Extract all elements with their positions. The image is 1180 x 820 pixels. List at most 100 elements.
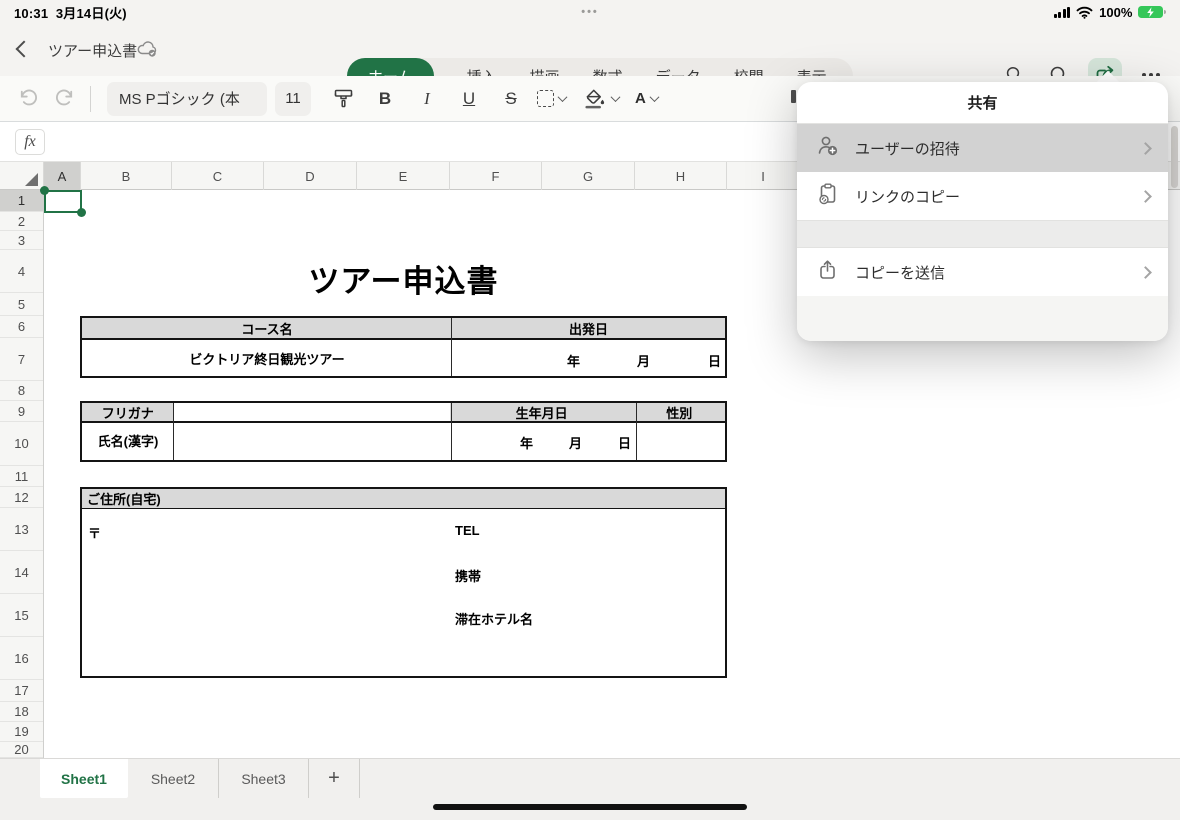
sheet-tab-sheet1[interactable]: Sheet1	[40, 759, 128, 798]
row-header-7[interactable]: 7	[0, 338, 43, 381]
selected-cell-a1[interactable]	[40, 186, 86, 217]
status-bar: 10:31 3月14日(火) ••• 100%	[0, 0, 1180, 24]
toolbar-divider	[90, 85, 91, 112]
column-header-b[interactable]: B	[81, 162, 172, 190]
home-indicator[interactable]	[433, 804, 747, 810]
sheet-tab-bar: Sheet1 Sheet2 Sheet3 +	[0, 758, 1180, 798]
row-header-19[interactable]: 19	[0, 722, 43, 742]
course-name-value-cell: ビクトリア終日観光ツアー	[189, 351, 345, 367]
form-title: ツアー申込書	[308, 264, 499, 299]
underline-button[interactable]: U	[451, 81, 487, 117]
chevron-right-icon	[1139, 265, 1152, 279]
format-painter-icon[interactable]	[325, 81, 361, 117]
bold-button[interactable]: B	[367, 81, 403, 117]
column-header-h[interactable]: H	[635, 162, 727, 190]
invite-users-label: ユーザーの招待	[855, 140, 960, 158]
chevron-down-icon	[610, 92, 621, 103]
table-divider	[636, 403, 637, 460]
share-popover: 共有 ユーザーの招待 リンクのコピー コピーを送信	[797, 82, 1168, 341]
postal-mark-label: 〒	[88, 526, 102, 541]
furigana-input-cell	[173, 403, 450, 421]
multitask-dots-icon: •••	[581, 6, 599, 18]
chevron-right-icon	[1139, 189, 1152, 203]
redo-icon[interactable]	[46, 81, 82, 117]
chevron-down-icon	[649, 92, 660, 103]
borders-button[interactable]	[537, 81, 568, 117]
wifi-icon	[1076, 6, 1093, 19]
invite-users-item[interactable]: ユーザーの招待	[797, 124, 1168, 172]
popover-section-gap	[797, 220, 1168, 248]
row-header-5[interactable]: 5	[0, 293, 43, 316]
furigana-header-cell: フリガナ	[82, 403, 174, 421]
row-header-10[interactable]: 10	[0, 422, 43, 466]
column-header-g[interactable]: G	[542, 162, 635, 190]
column-header-i[interactable]: I	[727, 162, 800, 190]
send-copy-label: コピーを送信	[855, 264, 946, 282]
fill-bucket-icon	[585, 89, 605, 109]
row-header-12[interactable]: 12	[0, 487, 43, 508]
row-header-15[interactable]: 15	[0, 594, 43, 637]
italic-button[interactable]: I	[409, 81, 445, 117]
row-header-17[interactable]: 17	[0, 680, 43, 702]
table-divider	[451, 403, 452, 460]
fill-color-button[interactable]	[582, 81, 621, 117]
strikethrough-button[interactable]: S	[493, 81, 529, 117]
font-color-icon: A	[635, 89, 646, 107]
document-title[interactable]: ツアー申込書	[48, 40, 137, 61]
row-header-2[interactable]: 2	[0, 212, 43, 231]
row-header-4[interactable]: 4	[0, 250, 43, 293]
select-all-corner[interactable]	[0, 162, 44, 190]
selection-handle-bottom-right[interactable]	[77, 208, 86, 217]
day-label: 日	[618, 436, 632, 451]
row-header-6[interactable]: 6	[0, 316, 43, 338]
chevron-down-icon	[557, 92, 568, 103]
row-headers: 1 2 3 4 5 6 7 8 9 10 11 12 13 14 15 16 1…	[0, 190, 44, 758]
battery-percent: 100%	[1099, 4, 1133, 20]
row-header-1[interactable]: 1	[0, 190, 43, 212]
row-header-11[interactable]: 11	[0, 466, 43, 487]
title-bar: ツアー申込書 ホーム 挿入 描画 数式 データ 校閲 表示	[0, 24, 1180, 94]
selection-handle-top-left[interactable]	[40, 186, 49, 195]
course-table: コース名 出発日 ビクトリア終日観光ツアー 年 月 日	[80, 316, 727, 378]
row-header-3[interactable]: 3	[0, 231, 43, 250]
column-header-a[interactable]: A	[44, 162, 81, 190]
sheet-tab-sheet2[interactable]: Sheet2	[128, 759, 218, 798]
month-label: 月	[569, 436, 583, 451]
copy-link-item[interactable]: リンクのコピー	[797, 172, 1168, 220]
sheet-tab-sheet3[interactable]: Sheet3	[218, 759, 308, 798]
table-divider	[173, 403, 174, 460]
send-copy-item[interactable]: コピーを送信	[797, 248, 1168, 296]
font-name-select[interactable]: MS Pゴシック (本	[107, 81, 267, 116]
column-header-d[interactable]: D	[264, 162, 357, 190]
row-header-9[interactable]: 9	[0, 401, 43, 422]
share-popover-title: 共有	[797, 82, 1168, 124]
column-header-f[interactable]: F	[450, 162, 542, 190]
select-all-triangle-icon	[25, 173, 38, 186]
gender-header-cell: 性別	[633, 403, 726, 421]
popover-footer	[797, 296, 1168, 341]
row-header-16[interactable]: 16	[0, 637, 43, 680]
course-name-header-cell: コース名	[241, 321, 293, 337]
back-icon[interactable]	[15, 40, 33, 58]
row-header-8[interactable]: 8	[0, 381, 43, 401]
vertical-scrollbar[interactable]	[1171, 126, 1178, 188]
fx-button[interactable]: fx	[15, 129, 45, 155]
person-add-icon	[815, 133, 841, 164]
add-sheet-button[interactable]: +	[308, 759, 360, 798]
bottom-bar	[0, 798, 1180, 820]
column-header-c[interactable]: C	[172, 162, 264, 190]
month-label: 月	[637, 354, 651, 369]
column-header-e[interactable]: E	[357, 162, 450, 190]
undo-icon[interactable]	[10, 81, 46, 117]
font-color-button[interactable]: A	[635, 81, 660, 117]
year-label: 年	[567, 354, 581, 369]
row-header-20[interactable]: 20	[0, 742, 43, 758]
font-size-select[interactable]: 11	[275, 81, 311, 116]
row-header-14[interactable]: 14	[0, 551, 43, 594]
row-header-13[interactable]: 13	[0, 508, 43, 551]
chevron-right-icon	[1139, 141, 1152, 155]
row-header-18[interactable]: 18	[0, 702, 43, 722]
person-table: フリガナ 生年月日 性別 氏名(漢字) 年 月 日	[80, 401, 727, 462]
send-copy-icon	[815, 257, 841, 288]
address-header-cell: ご住所(自宅)	[87, 492, 161, 507]
